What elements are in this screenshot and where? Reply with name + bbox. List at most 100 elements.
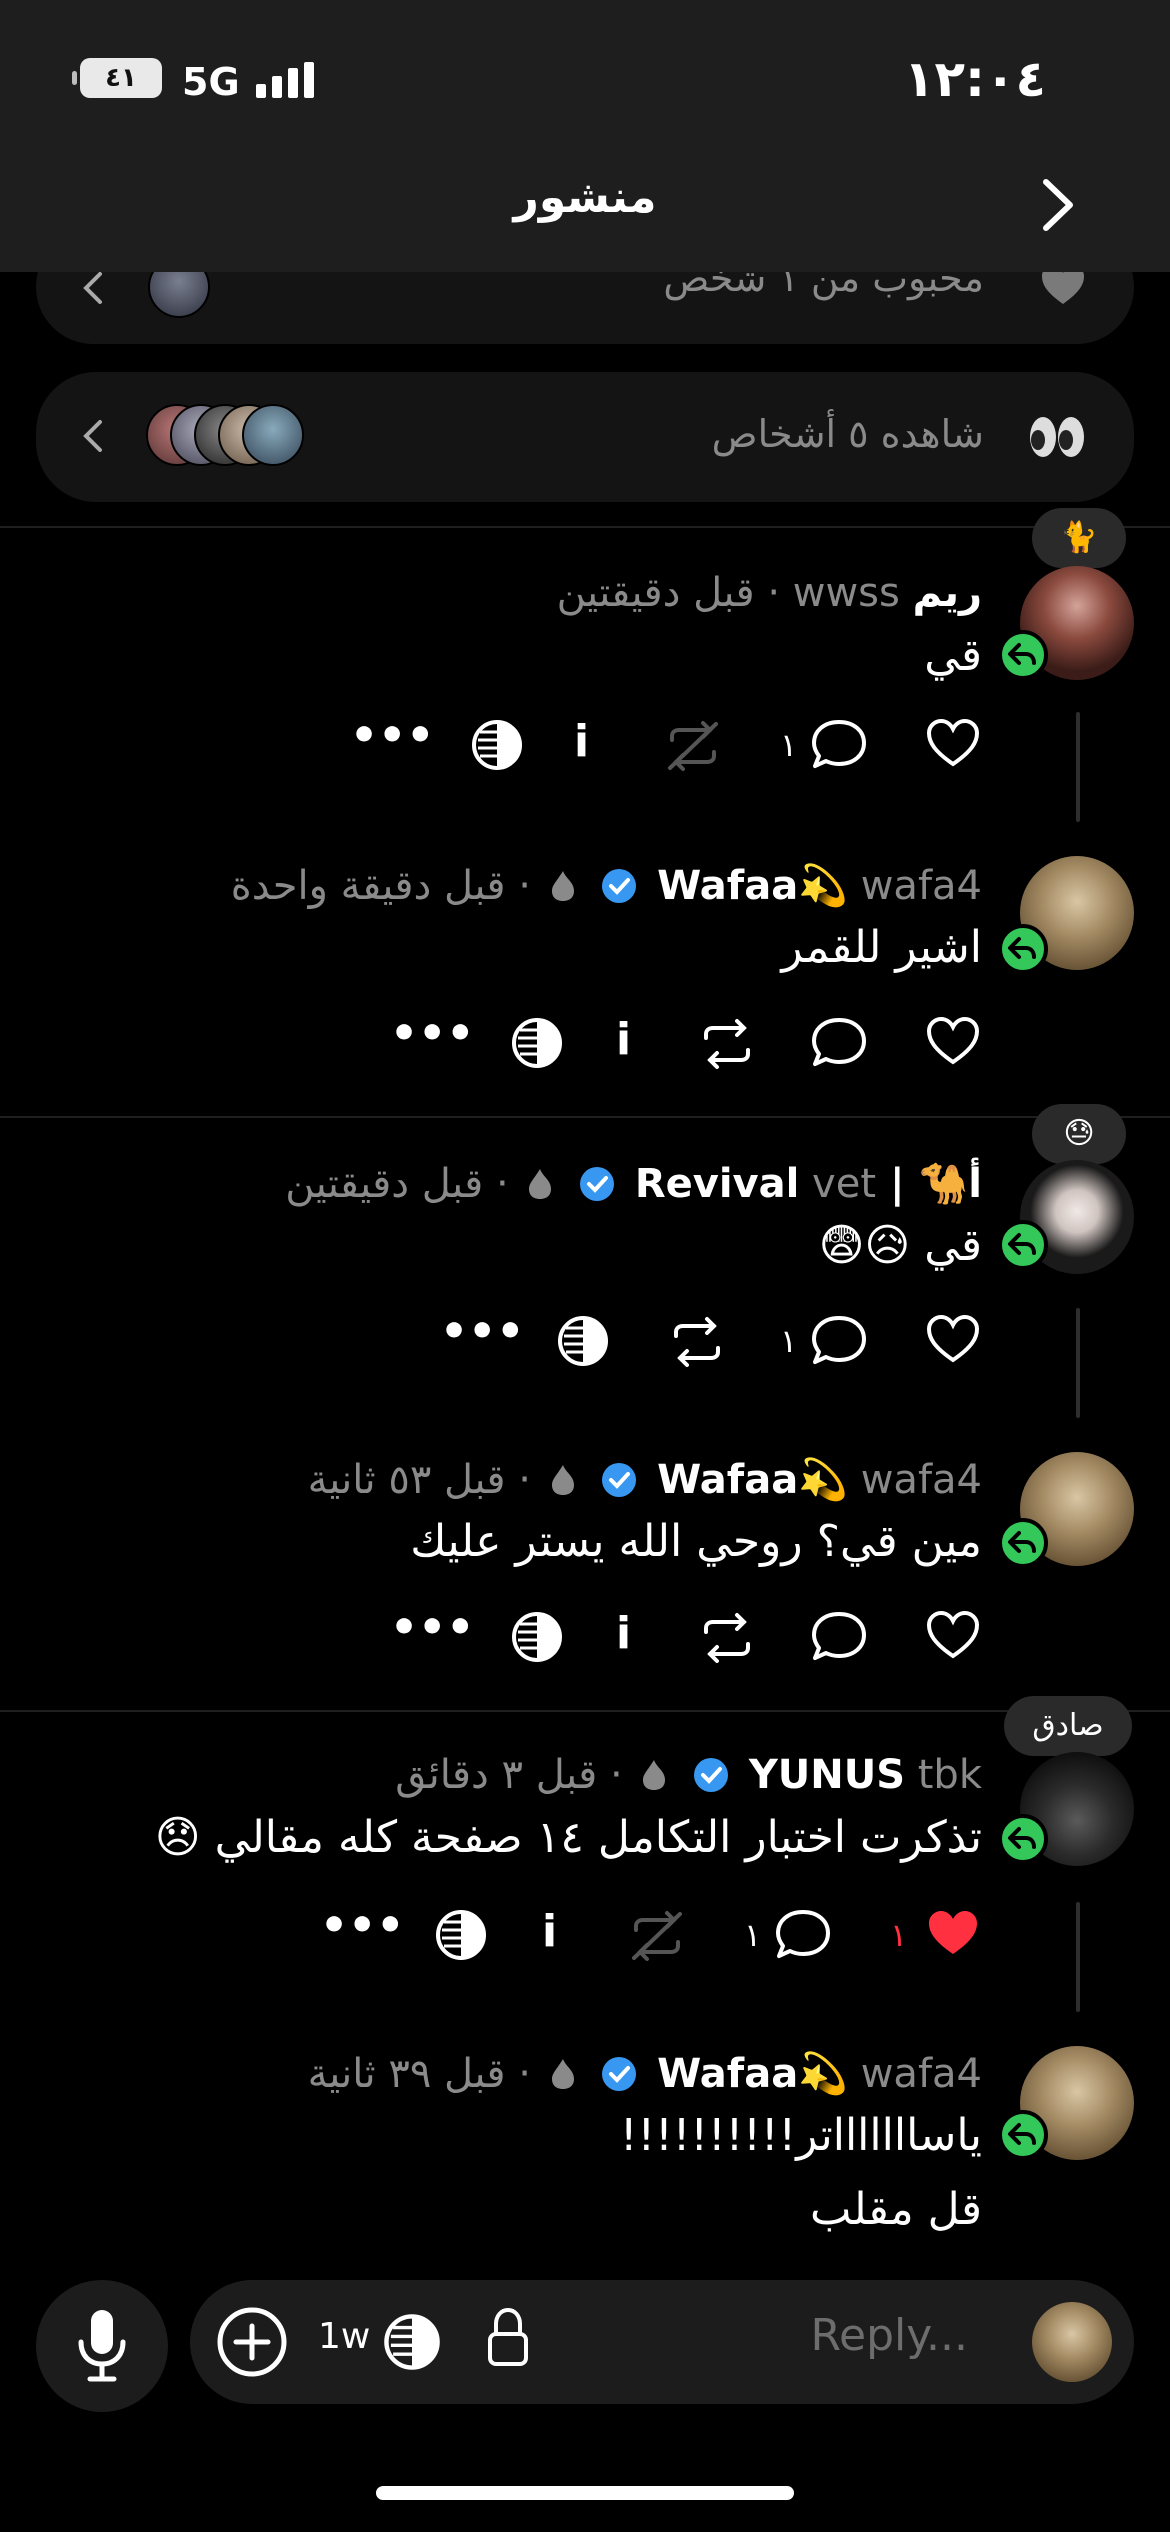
repost-icon[interactable] <box>696 1016 758 1072</box>
heart-icon[interactable] <box>926 718 980 768</box>
comment-actions: ١ i ••• <box>340 710 990 778</box>
comment-body: قي <box>924 630 982 681</box>
separator: · <box>609 1752 623 1798</box>
half-circle-icon[interactable] <box>510 1016 564 1070</box>
page-title: منشور <box>513 172 657 223</box>
repost-icon[interactable] <box>666 1314 728 1370</box>
eyes-icon <box>1030 417 1084 457</box>
info-icon[interactable]: i <box>574 716 589 767</box>
separator: · <box>767 570 781 616</box>
chevron-left-icon <box>83 272 102 304</box>
note-bubble: 🐈 <box>1032 508 1126 568</box>
verified-icon <box>694 1758 729 1792</box>
comment-icon[interactable] <box>810 1016 868 1070</box>
user-handle[interactable]: vet <box>812 1161 876 1207</box>
comment-icon[interactable] <box>774 1908 832 1962</box>
user-handle[interactable]: wwss <box>793 570 900 616</box>
repost-icon[interactable] <box>696 1610 758 1666</box>
username[interactable]: YUNUS <box>749 1752 905 1798</box>
heart-icon[interactable] <box>926 1610 980 1660</box>
views-summary-card[interactable]: شاهده ٥ أشخاص <box>36 372 1134 502</box>
battery-indicator: ٤١ <box>72 58 162 98</box>
heart-liked-icon[interactable] <box>926 1908 980 1958</box>
timestamp: قبل دقيقتين <box>556 570 755 616</box>
reply-icon <box>1008 937 1036 959</box>
comment-meta: Wafaa💫 wafa4 · قبل دقيقة واحدة <box>231 862 982 909</box>
separator: · <box>518 2051 531 2097</box>
half-circle-icon[interactable] <box>556 1314 610 1368</box>
flame-icon <box>551 1465 574 1495</box>
reply-count: ١ <box>744 1916 762 1954</box>
comment-actions: i ••• <box>380 1008 990 1076</box>
info-icon[interactable]: i <box>542 1906 557 1957</box>
reply-icon <box>1008 2123 1036 2145</box>
username[interactable]: Wafaa💫 <box>657 1457 848 1503</box>
more-options-icon[interactable]: ••• <box>440 1306 524 1357</box>
username[interactable]: ريم <box>913 570 982 616</box>
user-handle[interactable]: tbk <box>918 1752 982 1798</box>
current-user-avatar <box>1032 2302 1112 2382</box>
more-options-icon[interactable]: ••• <box>390 1008 474 1059</box>
heart-icon[interactable] <box>926 1016 980 1066</box>
top-bar: ٤١ 5G ١٢:٠٤ منشور <box>0 0 1170 272</box>
reply-icon <box>1008 643 1036 665</box>
microphone-button[interactable] <box>36 2280 168 2412</box>
user-handle[interactable]: wafa4 <box>861 1457 982 1503</box>
half-circle-icon[interactable] <box>470 718 524 772</box>
repost-disabled-icon <box>632 1911 682 1961</box>
username[interactable]: أ🐪 | Revival <box>635 1161 982 1207</box>
reply-icon <box>1008 1827 1036 1849</box>
info-icon[interactable]: i <box>616 1014 631 1065</box>
lock-icon[interactable] <box>486 2306 530 2368</box>
flame-icon <box>551 871 574 901</box>
comment-icon[interactable] <box>810 718 868 772</box>
verified-icon <box>602 1463 637 1497</box>
thread-line <box>1076 1902 1080 2012</box>
comment-icon[interactable] <box>810 1610 868 1664</box>
reply-placeholder: Reply... <box>810 2310 968 2361</box>
more-options-icon[interactable]: ••• <box>390 1602 474 1653</box>
add-icon[interactable] <box>216 2306 288 2378</box>
half-circle-icon[interactable] <box>510 1610 564 1664</box>
timestamp: قبل ٣٩ ثانية <box>307 2051 506 2097</box>
divider <box>0 1710 1170 1712</box>
thread-line <box>1076 1308 1080 1418</box>
comment-body: اشير للقمر <box>781 922 982 973</box>
reply-icon <box>1008 1531 1036 1553</box>
comment-body-line: ياساااااااتر!!!!!!!!!! <box>619 2110 982 2161</box>
divider <box>0 526 1170 528</box>
info-icon[interactable]: i <box>616 1608 631 1659</box>
more-options-icon[interactable]: ••• <box>350 710 434 761</box>
username[interactable]: Wafaa💫 <box>657 2051 848 2097</box>
separator: · <box>518 863 531 909</box>
viewer-avatar <box>242 404 304 466</box>
back-button[interactable] <box>1034 176 1082 234</box>
username[interactable]: Wafaa💫 <box>657 863 848 909</box>
timestamp: قبل دقيقة واحدة <box>230 863 506 909</box>
half-circle-icon[interactable] <box>434 1908 488 1962</box>
user-handle[interactable]: wafa4 <box>861 863 982 909</box>
timestamp: قبل ٥٣ ثانية <box>307 1457 506 1503</box>
comment-body: مين قي؟ روحي الله يستر عليك <box>410 1516 982 1567</box>
views-summary-label: شاهده ٥ أشخاص <box>711 412 984 456</box>
status-bar: ٤١ 5G ١٢:٠٤ <box>0 40 1170 120</box>
comment-icon[interactable] <box>810 1314 868 1368</box>
separator: · <box>518 1457 531 1503</box>
reply-input[interactable]: 1w Reply... <box>190 2280 1134 2404</box>
chevron-right-icon <box>1043 179 1073 231</box>
reply-count: ١ <box>780 726 798 764</box>
reply-badge <box>998 1814 1048 1864</box>
reply-badge <box>998 630 1048 680</box>
more-options-icon[interactable]: ••• <box>320 1900 404 1951</box>
comment-body: قي 😥😨 <box>818 1220 982 1271</box>
half-circle-icon[interactable] <box>382 2312 442 2372</box>
reply-badge <box>998 1518 1048 1568</box>
heart-icon[interactable] <box>926 1314 980 1364</box>
verified-icon <box>602 2057 637 2091</box>
comment-actions: i ••• <box>380 1602 990 1670</box>
chevron-left-icon <box>83 420 102 452</box>
comment-body: تذكرت اختبار التكامل ١٤ صفحة كله مقالي 😞 <box>154 1812 982 1863</box>
note-bubble: 😓 <box>1032 1104 1126 1164</box>
user-handle[interactable]: wafa4 <box>861 2051 982 2097</box>
flame-icon <box>551 2059 574 2089</box>
